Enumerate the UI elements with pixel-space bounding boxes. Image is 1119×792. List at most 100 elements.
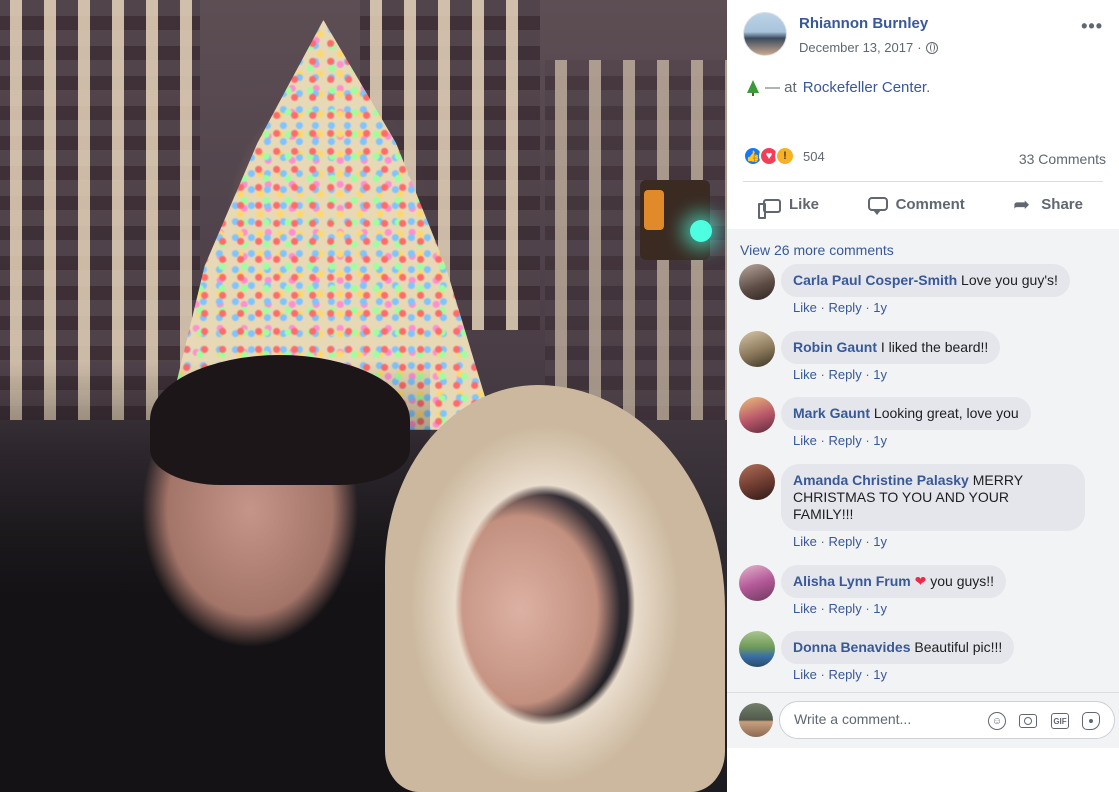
commenter-avatar[interactable] [739, 331, 775, 367]
commenter-name[interactable]: Carla Paul Cosper-Smith [793, 272, 957, 288]
comment-reply-link[interactable]: Reply [828, 300, 861, 315]
comment-like-link[interactable]: Like [793, 667, 817, 682]
comments-count[interactable]: 33 Comments [1019, 151, 1106, 167]
comment-actions: Like · Reply · 1y [793, 300, 887, 315]
more-options-icon[interactable]: ••• [1081, 16, 1103, 37]
comment-separator: · [865, 433, 870, 448]
comment-separator: · [865, 601, 870, 616]
christmas-tree-icon [747, 79, 759, 96]
post-status: — at Rockefeller Center. [747, 79, 930, 96]
wow-reaction-icon: ! [775, 146, 795, 166]
action-bar: Like Comment Share [743, 184, 1103, 224]
commenter-avatar[interactable] [739, 264, 775, 300]
commenter-avatar[interactable] [739, 397, 775, 433]
commenter-avatar[interactable] [739, 464, 775, 500]
author-avatar[interactable] [743, 12, 787, 56]
heart-emoji-icon: ❤ [914, 573, 927, 589]
gif-icon[interactable]: GIF [1051, 713, 1069, 729]
post-date[interactable]: December 13, 2017 [799, 40, 913, 55]
comment-actions: Like · Reply · 1y [793, 367, 887, 382]
comment-time-link[interactable]: 1y [873, 601, 887, 616]
comment-bubble: Carla Paul Cosper-Smith Love you guy's! [781, 264, 1070, 297]
divider [743, 181, 1103, 182]
comment-text: Love you guy's! [961, 272, 1058, 288]
comment-icon [867, 197, 888, 215]
meta-separator: · [917, 40, 922, 55]
comment-time-link[interactable]: 1y [873, 433, 887, 448]
comment-separator: · [820, 433, 825, 448]
comment-reply-link[interactable]: Reply [828, 367, 861, 382]
comment-separator: · [820, 367, 825, 382]
like-button-label: Like [789, 195, 820, 213]
commenter-name[interactable]: Amanda Christine Palasky [793, 472, 969, 488]
comment-time-link[interactable]: 1y [873, 534, 887, 549]
comment-like-link[interactable]: Like [793, 300, 817, 315]
building-left [0, 0, 200, 420]
commenter-avatar[interactable] [739, 565, 775, 601]
share-button-label: Share [1041, 195, 1083, 213]
comment-actions: Like · Reply · 1y [793, 667, 887, 682]
comment-separator: · [865, 367, 870, 382]
camera-icon[interactable] [1019, 714, 1037, 728]
comment-reply-link[interactable]: Reply [828, 601, 861, 616]
commenter-avatar[interactable] [739, 631, 775, 667]
comment-actions: Like · Reply · 1y [793, 601, 887, 616]
comments-section: View 26 more comments Carla Paul Cosper-… [727, 229, 1119, 692]
comment-like-link[interactable]: Like [793, 367, 817, 382]
reaction-count[interactable]: 504 [803, 149, 825, 164]
comment-separator: · [865, 667, 870, 682]
comment-input-box[interactable]: ☺ GIF [779, 701, 1115, 739]
reactions-summary[interactable]: 👍 ♥ ! 504 [743, 146, 825, 166]
comment-text: Looking great, love you [873, 405, 1019, 421]
comment-actions: Like · Reply · 1y [793, 534, 887, 549]
comment-bubble: Alisha Lynn Frum ❤ you guys!! [781, 565, 1007, 598]
commenter-name[interactable]: Donna Benavides [793, 639, 910, 655]
comment-like-link[interactable]: Like [793, 601, 817, 616]
comment-button[interactable]: Comment [848, 195, 985, 215]
post-photo[interactable] [0, 0, 727, 792]
current-user-avatar[interactable] [739, 703, 773, 737]
globe-icon[interactable] [925, 41, 938, 54]
post-header: Rhiannon Burnley December 13, 2017 · ••• [743, 12, 1107, 62]
post-meta: December 13, 2017 · [799, 40, 938, 55]
comment-like-link[interactable]: Like [793, 433, 817, 448]
comment-input[interactable] [794, 711, 974, 727]
comment-separator: · [820, 300, 825, 315]
comment-separator: · [865, 300, 870, 315]
comment-bubble: Amanda Christine Palasky MERRY CHRISTMAS… [781, 464, 1085, 531]
comment-text: Beautiful pic!!! [914, 639, 1003, 655]
author-name[interactable]: Rhiannon Burnley [799, 15, 928, 32]
sticker-icon[interactable] [1082, 712, 1100, 730]
comment-separator: · [865, 534, 870, 549]
comment-reply-link[interactable]: Reply [828, 667, 861, 682]
status-prefix: — at [765, 79, 797, 96]
like-button[interactable]: Like [743, 195, 839, 219]
share-icon [1013, 192, 1033, 216]
comment-time-link[interactable]: 1y [873, 667, 887, 682]
comment-bubble: Donna Benavides Beautiful pic!!! [781, 631, 1015, 664]
place-link[interactable]: Rockefeller Center [803, 79, 926, 96]
comment-reply-link[interactable]: Reply [828, 433, 861, 448]
comment-bubble: Mark Gaunt Looking great, love you [781, 397, 1031, 430]
commenter-name[interactable]: Mark Gaunt [793, 405, 870, 421]
share-button[interactable]: Share [993, 192, 1103, 216]
commenter-name[interactable]: Robin Gaunt [793, 339, 877, 355]
comment-reply-link[interactable]: Reply [828, 534, 861, 549]
comment-bubble: Robin Gaunt I liked the beard!! [781, 331, 1001, 364]
comment-time-link[interactable]: 1y [873, 367, 887, 382]
emoji-icon[interactable]: ☺ [988, 712, 1006, 730]
comment-separator: · [820, 667, 825, 682]
comment-composer: ☺ GIF [727, 692, 1119, 748]
comment-time-link[interactable]: 1y [873, 300, 887, 315]
comment-actions: Like · Reply · 1y [793, 433, 887, 448]
post-panel: Rhiannon Burnley December 13, 2017 · •••… [727, 0, 1119, 792]
thumbs-up-icon [758, 199, 781, 219]
comment-text: you guys!! [930, 573, 995, 589]
place-suffix: . [926, 79, 931, 96]
traffic-light [640, 180, 712, 260]
comment-button-label: Comment [895, 195, 965, 213]
comment-like-link[interactable]: Like [793, 534, 817, 549]
view-more-comments-link[interactable]: View 26 more comments [740, 242, 894, 258]
commenter-name[interactable]: Alisha Lynn Frum [793, 573, 911, 589]
comment-separator: · [820, 534, 825, 549]
